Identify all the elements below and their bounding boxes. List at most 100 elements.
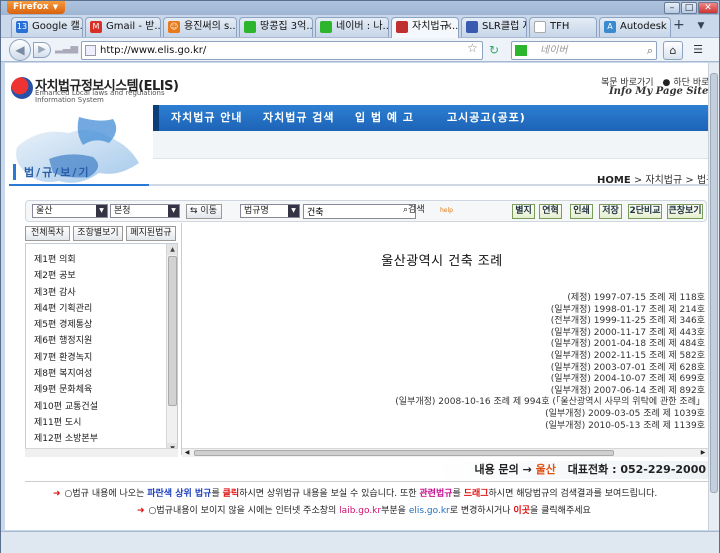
- amendment-history-item: (전부개정) 1999-11-25 조례 제 346호: [550, 316, 705, 327]
- breadcrumb-home[interactable]: HOME: [597, 175, 631, 186]
- amendment-history-item: (일부개정) 1998-01-17 조례 제 214호: [550, 304, 705, 315]
- tab-label: Google 캘...: [32, 21, 83, 32]
- move-button[interactable]: ⇆ 이동: [186, 204, 222, 219]
- breadcrumb-local-laws[interactable]: 자치법규: [645, 175, 682, 186]
- law-category-item[interactable]: 제4편 기획관리: [34, 301, 98, 317]
- scroll-left-arrow-icon[interactable]: ◀: [182, 449, 192, 457]
- tab-favicon-icon: [244, 21, 256, 33]
- law-category-item[interactable]: 제3편 감사: [34, 285, 98, 301]
- region-select[interactable]: 울산 ▼: [32, 204, 108, 218]
- browser-tab[interactable]: 네이버 : 나...: [315, 17, 389, 37]
- browser-tab[interactable]: 13 Google 캘...: [11, 17, 83, 37]
- search-box[interactable]: 네이버 ⌕: [511, 41, 657, 60]
- bookmarks-menu-icon[interactable]: ☰: [687, 41, 709, 60]
- info-mypage-site-links[interactable]: Info My Page Site: [609, 86, 708, 97]
- page-scrollbar[interactable]: [708, 63, 719, 530]
- search-placeholder: 네이버: [540, 45, 568, 56]
- tab-label: 용진써의 s...: [184, 21, 237, 32]
- amendment-history-item: (일부개정) 2001-04-18 조례 제 484호: [550, 339, 705, 350]
- law-category-item[interactable]: 제10편 교통건설: [34, 399, 98, 415]
- menu-public-notice[interactable]: 고시공고(공포): [447, 105, 526, 131]
- scroll-right-arrow-icon[interactable]: ▶: [698, 449, 708, 457]
- reload-icon[interactable]: ↻: [489, 43, 503, 57]
- law-category-item[interactable]: 제6편 행정지원: [34, 333, 98, 349]
- page-scroll-thumb[interactable]: [710, 73, 718, 493]
- law-category-item[interactable]: 제12편 소방본부: [34, 431, 98, 447]
- tree-scrollbar[interactable]: ▲ ▼: [166, 244, 177, 454]
- tree-scroll-thumb[interactable]: [168, 256, 177, 406]
- back-button[interactable]: ◀: [9, 39, 31, 61]
- phone-number: 052-229-2000: [620, 463, 706, 476]
- document-scroll-thumb[interactable]: [194, 450, 614, 456]
- law-category-item[interactable]: 제9편 문화체육: [34, 382, 98, 398]
- naver-engine-icon[interactable]: [515, 45, 527, 56]
- browser-tab[interactable]: M Gmail - 받...: [85, 17, 161, 37]
- history-button[interactable]: 연혁: [539, 204, 562, 219]
- elis-logo-emblem-icon[interactable]: [11, 77, 33, 99]
- full-toc-button[interactable]: 전체목차: [25, 226, 70, 241]
- print-button[interactable]: 인쇄: [570, 204, 593, 219]
- tab-favicon-icon: [534, 21, 546, 33]
- tab-favicon-icon: [320, 21, 332, 33]
- law-category-item[interactable]: 제2편 공보: [34, 268, 98, 284]
- usage-note-1: ➜ ○법규 내용에 나오는 파란색 상위 법규를 클릭하시면 상위법규 내용을 보…: [53, 489, 658, 499]
- menu-local-laws-search[interactable]: 자치법규 검색: [263, 105, 335, 131]
- status-bar: [1, 531, 719, 553]
- url-bar[interactable]: http://www.elis.go.kr/: [81, 41, 483, 60]
- document-horizontal-scrollbar[interactable]: ◀ ▶: [182, 448, 708, 457]
- bookmark-star-icon[interactable]: ☆: [467, 42, 478, 54]
- amendment-history-item: (일부개정) 2010-05-13 조례 제 1139호: [545, 420, 705, 431]
- click-here-link[interactable]: 이곳: [513, 506, 530, 516]
- browser-tab[interactable]: 자치법규... ✕: [391, 17, 459, 38]
- menu-legislative-notice[interactable]: 입 법 예 고: [355, 105, 414, 131]
- attached-forms-button[interactable]: 별지: [512, 204, 535, 219]
- browser-tab[interactable]: TFH: [529, 17, 597, 37]
- save-button[interactable]: 저장: [599, 204, 622, 219]
- two-column-compare-button[interactable]: 2단비교: [628, 204, 662, 219]
- page-icon: [85, 45, 96, 56]
- law-category-item[interactable]: 제11편 도시: [34, 415, 98, 431]
- contact-info: 내용 문의 → 울산 대표전화 : 052-229-2000: [25, 461, 708, 479]
- home-button[interactable]: ⌂: [663, 41, 683, 60]
- browser-tab[interactable]: SLR클럽 자...: [461, 17, 527, 37]
- tab-favicon-icon: A: [604, 21, 616, 33]
- usage-note-2: ➜ ○법규내용이 보이지 않을 시에는 인터넷 주소창의 laib.go.kr부분…: [137, 506, 591, 516]
- close-window-button[interactable]: ✕: [698, 2, 718, 14]
- url-text: http://www.elis.go.kr/: [100, 45, 207, 56]
- search-icon[interactable]: ⌕: [647, 42, 653, 59]
- law-category-item[interactable]: 제5편 경제통상: [34, 317, 98, 333]
- list-all-tabs-button[interactable]: ▼: [693, 19, 709, 35]
- browser-tab[interactable]: ☺ 용진써의 s...: [163, 17, 237, 37]
- search-field-select[interactable]: 법규명 ▼: [240, 204, 300, 218]
- large-view-button[interactable]: 큰창보기: [667, 204, 703, 219]
- firefox-menu-button[interactable]: Firefox ▼: [7, 1, 65, 14]
- close-tab-icon[interactable]: ✕: [445, 22, 455, 32]
- move-arrows-icon: ⇆: [190, 206, 198, 216]
- forward-button[interactable]: ▶: [33, 42, 51, 58]
- scope-select[interactable]: 본청 ▼: [110, 204, 180, 218]
- amendment-history-item: (제정) 1997-07-15 조례 제 118호: [567, 293, 705, 303]
- tree-horizontal-scrollbar[interactable]: [25, 448, 178, 457]
- page-content: 자치법규정보시스템(ELIS) Enhanced Local laws and …: [5, 63, 708, 530]
- contact-label: 내용 문의: [474, 463, 519, 476]
- korea-map-graphic: [16, 117, 139, 183]
- menu-local-laws-guide[interactable]: 자치법규 안내: [171, 105, 243, 131]
- law-category-item[interactable]: 제8편 복지여성: [34, 366, 98, 382]
- browser-tab[interactable]: A Autodesk H...: [599, 17, 671, 37]
- repealed-laws-button[interactable]: 폐지된법규: [126, 226, 176, 241]
- browser-window: Firefox▼ – □ ✕ 13 Google 캘... M Gmail - 받..…: [0, 0, 720, 553]
- section-title: 법/규/보/기: [13, 164, 91, 180]
- law-category-item[interactable]: 제1편 의회: [34, 252, 98, 268]
- minimize-button[interactable]: –: [664, 2, 680, 14]
- law-category-item[interactable]: 제7편 환경녹지: [34, 350, 98, 366]
- scroll-up-arrow-icon[interactable]: ▲: [167, 244, 177, 255]
- help-button[interactable]: help: [437, 204, 455, 219]
- new-tab-button[interactable]: +: [673, 18, 687, 33]
- browser-tab[interactable]: 땅콩집 3억...: [239, 17, 313, 37]
- logo-subtitle-2: Information System: [35, 96, 104, 104]
- search-button[interactable]: ⌕검색: [400, 204, 436, 219]
- by-article-button[interactable]: 조항별보기: [73, 226, 123, 241]
- maximize-button[interactable]: □: [681, 2, 697, 14]
- amendment-history-item: (일부개정) 2003-07-01 조례 제 628호: [550, 362, 705, 373]
- chevron-down-icon: ▼: [168, 205, 179, 217]
